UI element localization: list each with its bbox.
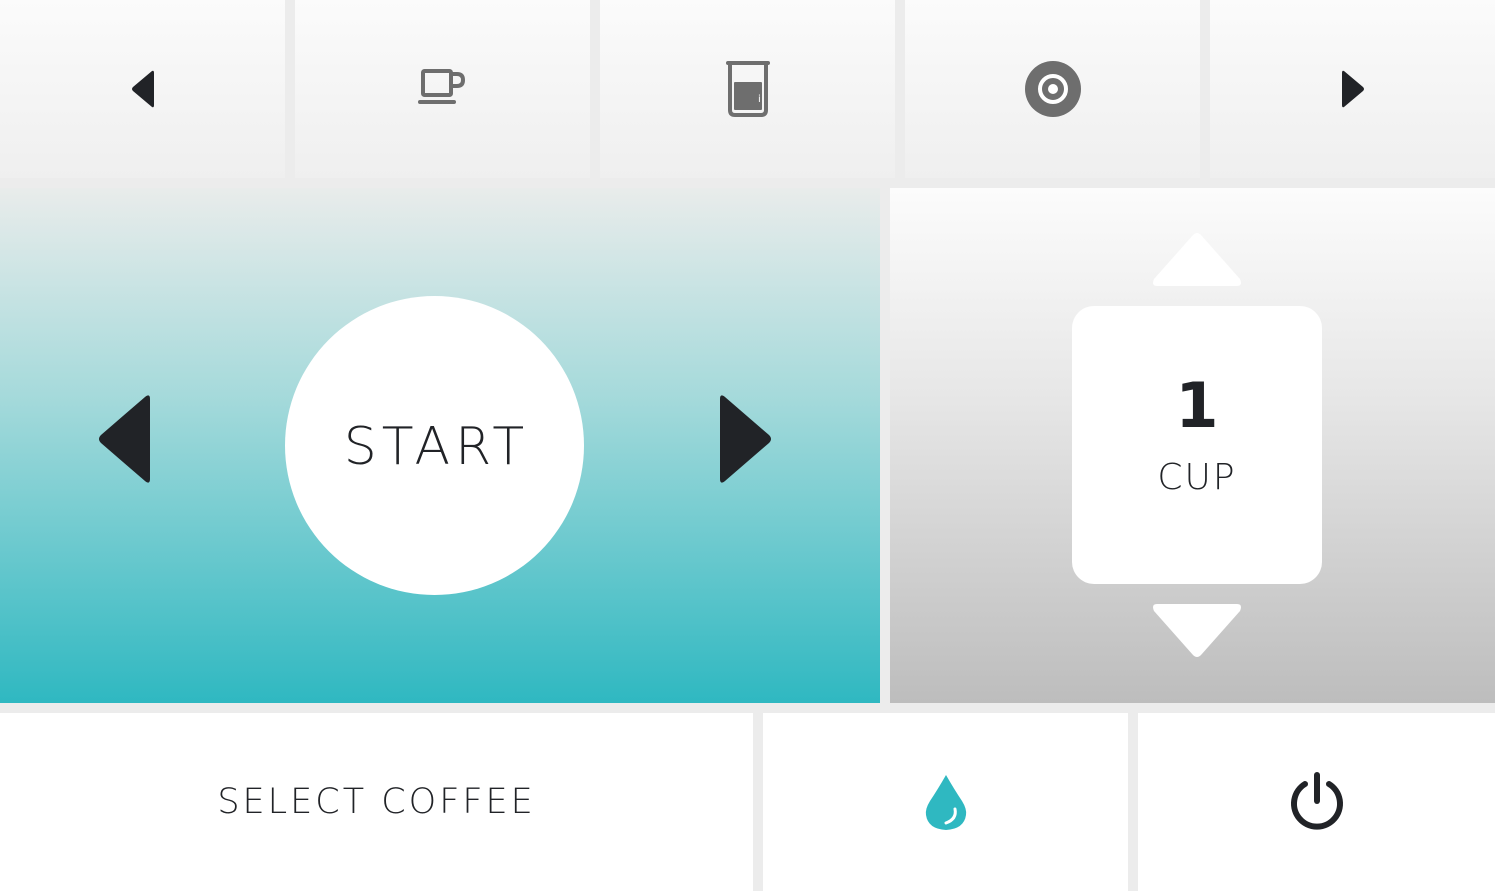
select-coffee-label: SELECT COFFEE — [217, 782, 536, 822]
select-coffee-area: SELECT COFFEE — [0, 713, 753, 891]
triangle-left-icon — [99, 395, 150, 483]
cup-count-unit: CUP — [1157, 457, 1237, 498]
triangle-right-icon — [720, 395, 771, 483]
chevron-left-icon — [131, 70, 154, 108]
increase-cups-button[interactable] — [1151, 232, 1243, 292]
svg-text:i: i — [758, 94, 761, 105]
water-button[interactable] — [763, 713, 1128, 891]
cup-count-display: 1 CUP — [1072, 306, 1322, 584]
power-button[interactable] — [1138, 713, 1495, 891]
triangle-up-icon — [1153, 233, 1241, 286]
bean-container-button[interactable] — [905, 0, 1200, 178]
start-button[interactable]: START — [285, 296, 584, 595]
coffee-cup-icon — [417, 69, 465, 104]
triangle-down-icon — [1153, 604, 1241, 657]
coffee-machine-screen: i START 1 CUP SELECT COFFEE — [0, 0, 1495, 891]
water-tank-button[interactable]: i — [600, 0, 895, 178]
coffee-menu-button[interactable] — [295, 0, 590, 178]
water-tank-icon: i — [725, 61, 770, 117]
previous-coffee-button[interactable] — [95, 393, 153, 489]
next-coffee-button[interactable] — [717, 393, 775, 489]
power-icon — [1290, 772, 1343, 830]
coffee-selection-panel: START — [0, 188, 880, 703]
chevron-right-icon — [1341, 70, 1364, 108]
prev-page-button[interactable] — [0, 0, 285, 178]
bean-container-icon — [1024, 61, 1081, 117]
next-page-button[interactable] — [1210, 0, 1495, 178]
cup-count-panel: 1 CUP — [890, 188, 1495, 703]
water-drop-icon — [925, 775, 966, 830]
start-label: START — [343, 416, 530, 477]
cup-count-value: 1 — [1175, 369, 1219, 442]
decrease-cups-button[interactable] — [1151, 602, 1243, 662]
